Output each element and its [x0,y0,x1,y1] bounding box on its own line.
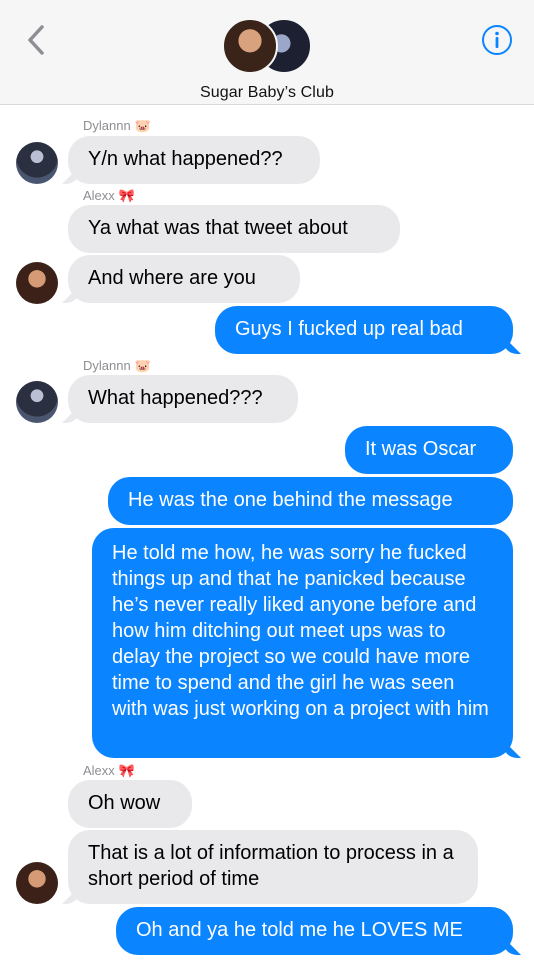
sender-label: Alexx 🎀 [83,763,135,779]
incoming-message[interactable]: Oh wow [68,780,192,828]
sender-name: Dylannn [83,358,131,373]
outgoing-message[interactable]: He told me how, he was sorry he fucked t… [92,528,513,758]
incoming-message[interactable]: What happened??? [68,375,298,423]
sender-label: Dylannn 🐷 [83,118,151,134]
message-thread[interactable]: Dylannn 🐷 Y/n what happened?? Alexx 🎀 Ya w… [0,0,534,960]
avatar[interactable] [16,381,58,423]
avatar[interactable] [16,262,58,304]
incoming-message[interactable]: That is a lot of information to process … [68,830,478,904]
sender-name: Alexx [83,763,115,778]
sender-name: Alexx [83,188,115,203]
bow-icon: 🎀 [118,188,135,203]
incoming-message[interactable]: Ya what was that tweet about [68,205,400,253]
sender-label: Alexx 🎀 [83,188,135,204]
group-avatar[interactable] [222,18,312,76]
pig-icon: 🐷 [134,358,151,373]
incoming-message[interactable]: And where are you [68,255,300,303]
sender-name: Dylannn [83,118,131,133]
sender-label: Dylannn 🐷 [83,358,151,374]
incoming-message[interactable]: Y/n what happened?? [68,136,320,184]
outgoing-message[interactable]: Oh and ya he told me he LOVES ME [116,907,513,955]
member-avatar [222,18,278,74]
outgoing-message[interactable]: Guys I fucked up real bad [215,306,513,354]
outgoing-message[interactable]: It was Oscar [345,426,513,474]
outgoing-message[interactable]: He was the one behind the message [108,477,513,525]
avatar[interactable] [16,862,58,904]
bow-icon: 🎀 [118,763,135,778]
pig-icon: 🐷 [134,118,151,133]
avatar[interactable] [16,142,58,184]
